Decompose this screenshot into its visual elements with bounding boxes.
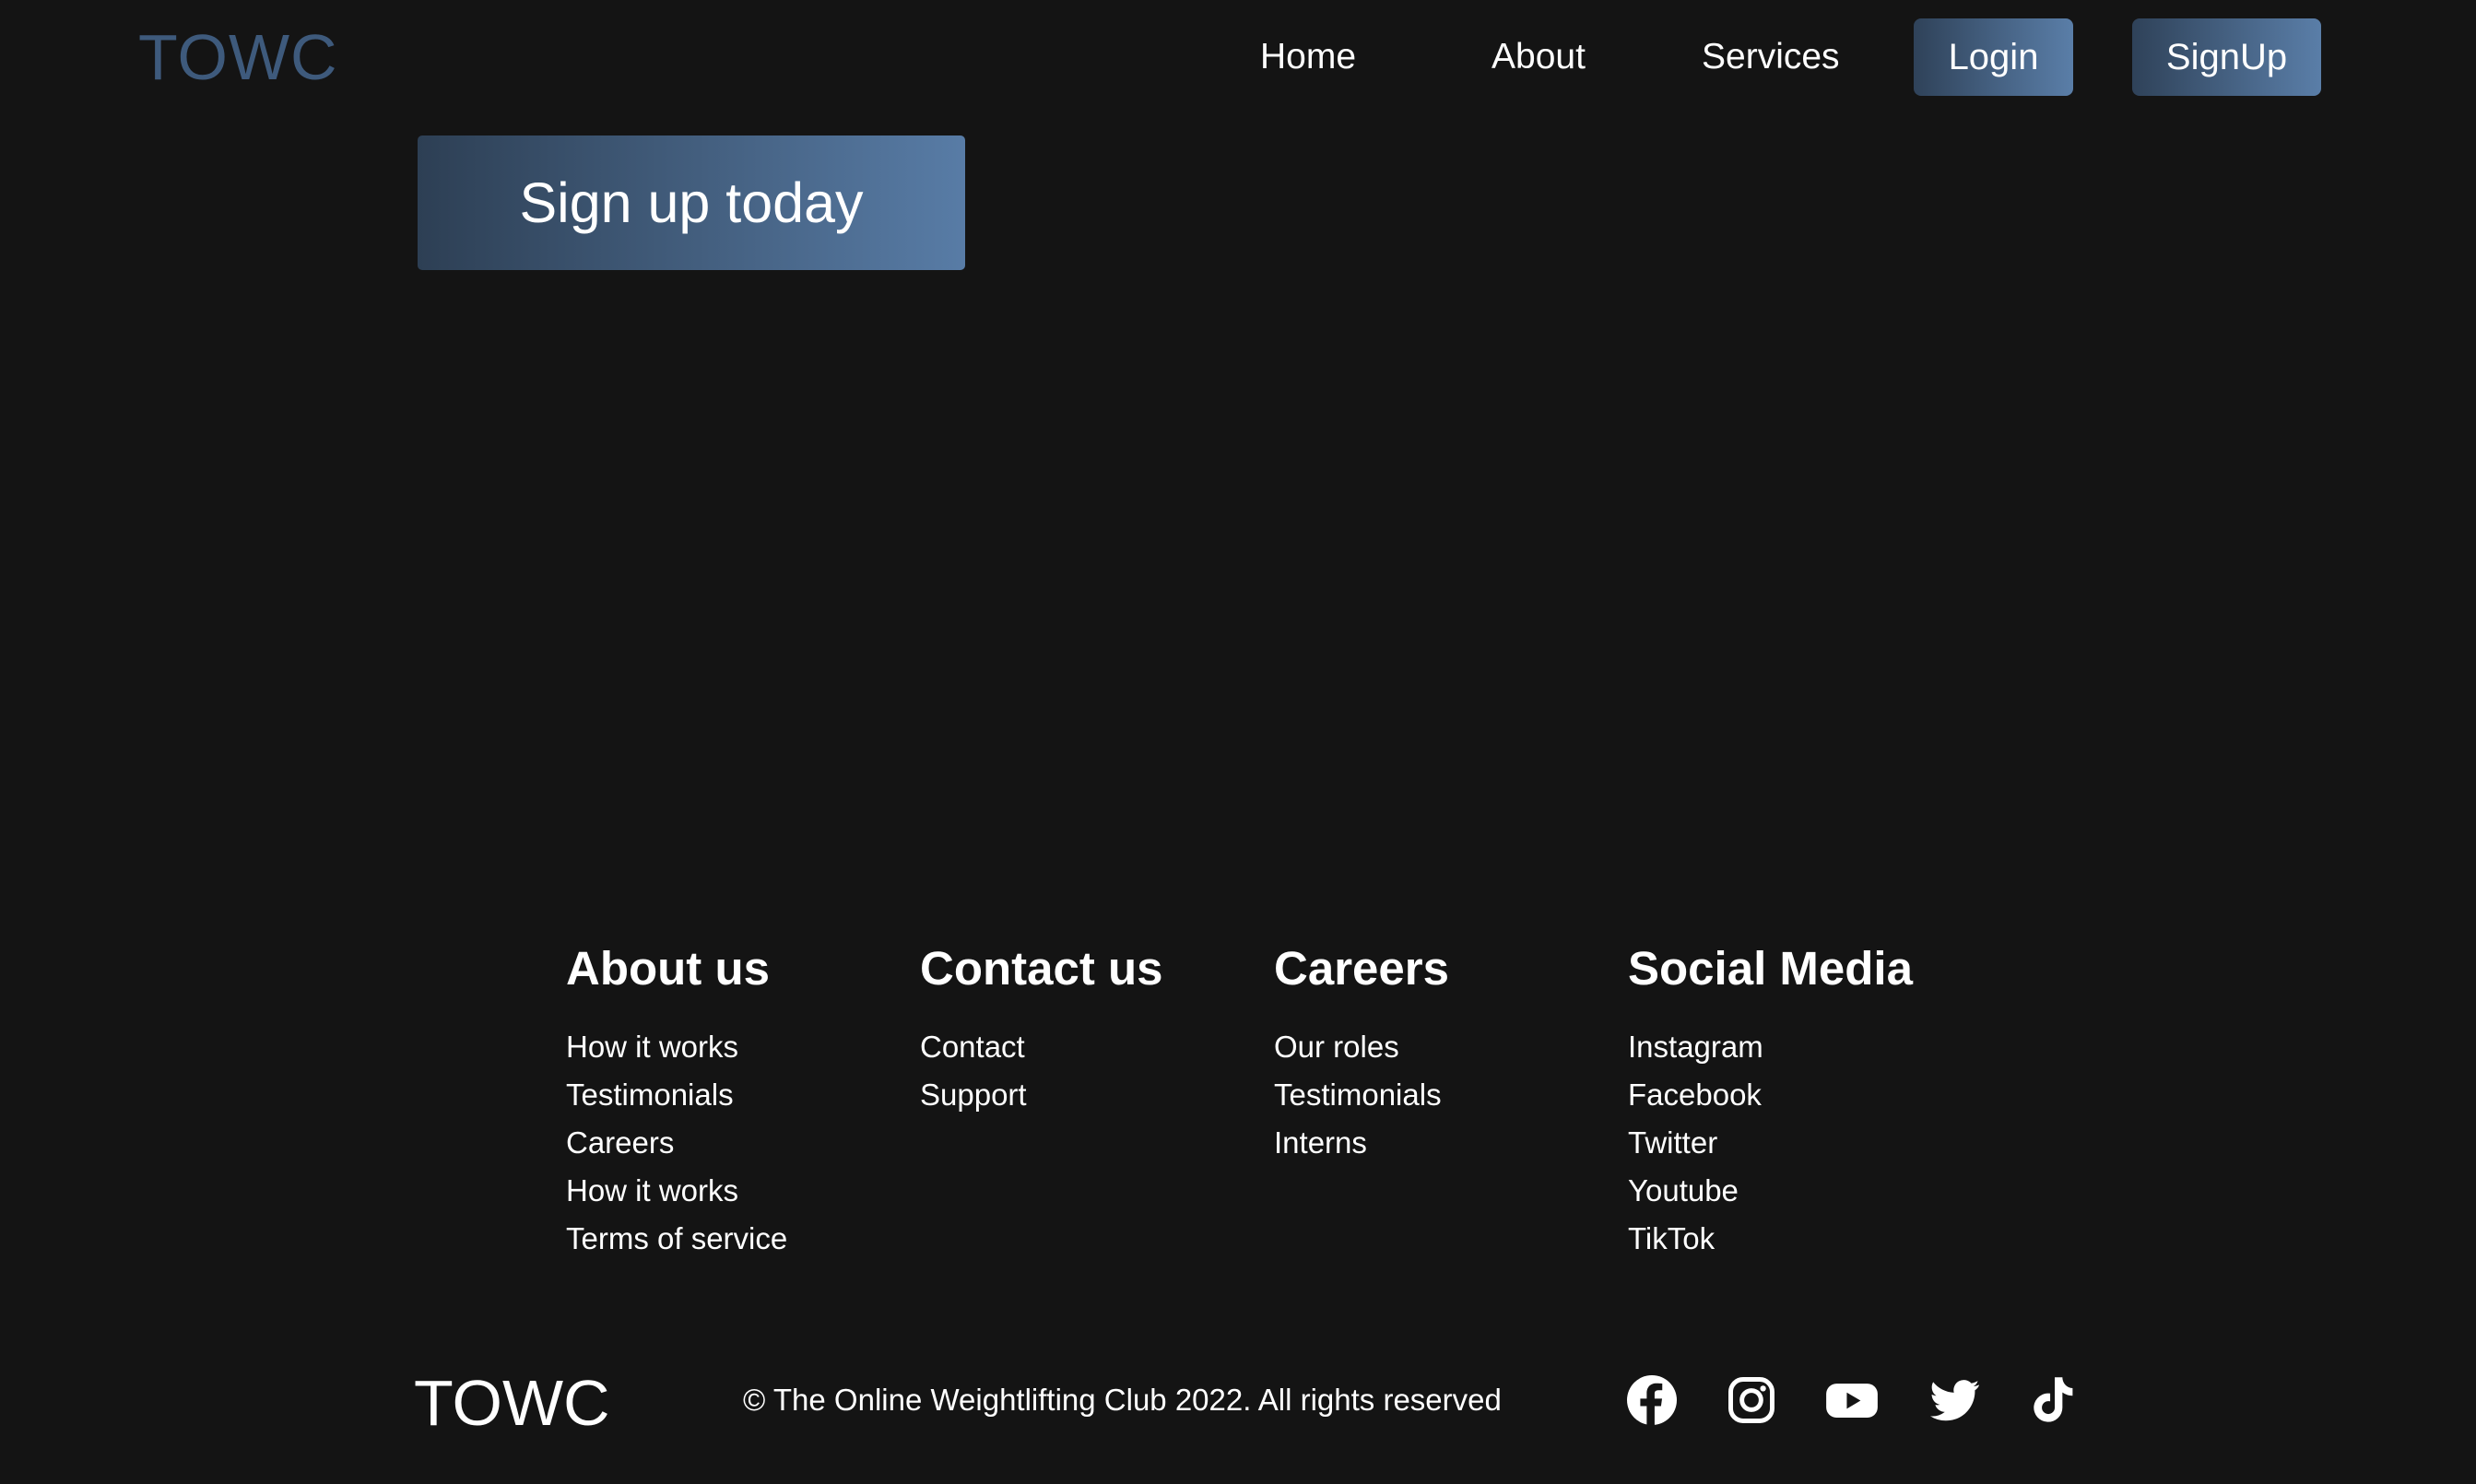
footer-column-social-media: Social Media Instagram Facebook Twitter … xyxy=(1628,938,1913,1263)
footer-link[interactable]: TikTok xyxy=(1628,1215,1913,1263)
footer-column-about: About us How it works Testimonials Caree… xyxy=(566,938,787,1263)
footer-link[interactable]: Careers xyxy=(566,1119,787,1167)
facebook-icon[interactable] xyxy=(1627,1375,1677,1425)
footer-link[interactable]: How it works xyxy=(566,1167,787,1215)
copyright-text: © The Online Weightlifting Club 2022. Al… xyxy=(743,1383,1502,1417)
footer-column-title: Contact us xyxy=(920,942,1163,995)
footer-link[interactable]: Youtube xyxy=(1628,1167,1913,1215)
footer-column-title: About us xyxy=(566,942,770,995)
footer-column-careers: Careers Our roles Testimonials Interns xyxy=(1274,938,1449,1167)
footer-column-title: Social Media xyxy=(1628,942,1913,995)
footer-link[interactable]: Testimonials xyxy=(566,1071,787,1119)
footer-link[interactable]: Terms of service xyxy=(566,1215,787,1263)
footer-link[interactable]: Our roles xyxy=(1274,1023,1449,1071)
nav-services-link[interactable]: Services xyxy=(1702,37,1840,77)
footer-column-contact: Contact us Contact Support xyxy=(920,938,1163,1119)
tiktok-icon[interactable] xyxy=(2028,1375,2078,1425)
footer-column-title: Careers xyxy=(1274,942,1449,995)
footer-link[interactable]: Facebook xyxy=(1628,1071,1913,1119)
logo[interactable]: TOWC xyxy=(138,20,338,94)
nav-about-link[interactable]: About xyxy=(1491,37,1586,77)
signup-button[interactable]: SignUp xyxy=(2132,18,2321,96)
nav-home-link[interactable]: Home xyxy=(1260,37,1356,77)
youtube-icon[interactable] xyxy=(1825,1375,1879,1425)
page: TOWC Home About Services Login SignUp Si… xyxy=(0,0,2476,1484)
twitter-icon[interactable] xyxy=(1930,1375,1980,1425)
footer-link[interactable]: Support xyxy=(920,1071,1163,1119)
sign-up-today-button[interactable]: Sign up today xyxy=(418,135,965,270)
footer-logo[interactable]: TOWC xyxy=(414,1366,610,1440)
footer-link[interactable]: How it works xyxy=(566,1023,787,1071)
instagram-icon[interactable] xyxy=(1727,1375,1776,1425)
footer-link[interactable]: Testimonials xyxy=(1274,1071,1449,1119)
footer-link[interactable]: Contact xyxy=(920,1023,1163,1071)
footer-link[interactable]: Twitter xyxy=(1628,1119,1913,1167)
footer-link[interactable]: Instagram xyxy=(1628,1023,1913,1071)
footer-link[interactable]: Interns xyxy=(1274,1119,1449,1167)
login-button[interactable]: Login xyxy=(1914,18,2073,96)
